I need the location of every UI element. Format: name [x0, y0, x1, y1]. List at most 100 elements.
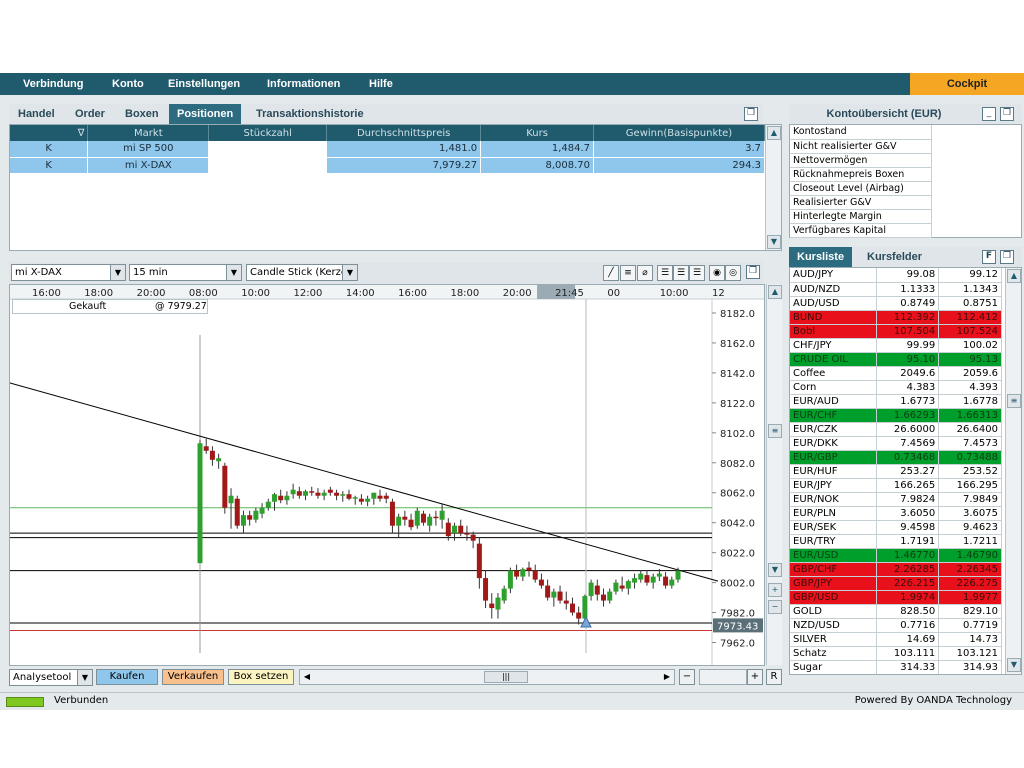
- quote-row[interactable]: EUR/SEK 9.4598 9.4623: [790, 520, 1002, 535]
- chart-type-select[interactable]: Candle Stick (Kerze ▼: [246, 264, 358, 281]
- tab-order[interactable]: Order: [75, 104, 105, 124]
- quote-row[interactable]: Schatz 103.111 103.121: [790, 646, 1002, 661]
- tab-transaktionshistorie[interactable]: Transaktionshistorie: [256, 104, 364, 124]
- scroll-down-icon[interactable]: ▼: [767, 235, 781, 249]
- quote-row[interactable]: EUR/USD 1.46770 1.46790: [790, 548, 1002, 563]
- scroll-down-icon[interactable]: ▼: [1007, 658, 1021, 672]
- quote-row[interactable]: EUR/CHF 1.66293 1.66313: [790, 408, 1002, 423]
- scroll-thumb-icon[interactable]: ≡: [768, 424, 782, 438]
- quotes-scrollbar[interactable]: ▲ ≡ ▼: [1005, 268, 1021, 674]
- connection-status: Verbunden: [54, 695, 109, 706]
- quote-row[interactable]: AUD/USD 0.8749 0.8751: [790, 296, 1002, 311]
- quote-row[interactable]: EUR/NOK 7.9824 7.9849: [790, 492, 1002, 507]
- candle-body: [327, 489, 333, 493]
- minimize-icon[interactable]: _: [982, 107, 996, 121]
- interval-select[interactable]: 15 min ▼: [129, 264, 242, 281]
- box-setzen-button[interactable]: Box setzen: [228, 669, 294, 685]
- verkaufen-button[interactable]: Verkaufen: [162, 669, 224, 685]
- chart-panel[interactable]: 16:00 18:00 20:00 08:00 10:00 12:00 14:00 16:00…: [9, 284, 765, 666]
- quote-row[interactable]: EUR/GBP 0.73468 0.73488: [790, 450, 1002, 465]
- restore-window-icon[interactable]: ❐: [1000, 107, 1014, 121]
- reset-button[interactable]: R: [766, 669, 782, 685]
- quote-row[interactable]: GBP/JPY 226.215 226.275: [790, 576, 1002, 591]
- quote-row[interactable]: EUR/JPY 166.265 166.295: [790, 478, 1002, 493]
- col-gewinn[interactable]: Gewinn(Basispunkte): [593, 125, 765, 141]
- quote-row[interactable]: SILVER 14.69 14.73: [790, 632, 1002, 647]
- filter-icon[interactable]: F: [982, 250, 996, 264]
- zoom-slider[interactable]: [699, 669, 747, 685]
- quote-row[interactable]: EUR/AUD 1.6773 1.6778: [790, 394, 1002, 409]
- position-qty[interactable]: [208, 141, 328, 158]
- position-row[interactable]: K mi SP 500 1,481.0 1,484.7 3.7: [10, 141, 765, 158]
- kaufen-button[interactable]: Kaufen: [96, 669, 158, 685]
- analysetool-select[interactable]: Analysetool ▼: [9, 669, 93, 686]
- tab-kursfelder[interactable]: Kursfelder: [867, 247, 922, 267]
- menu-konto[interactable]: Konto: [112, 73, 144, 95]
- candle-body: [365, 498, 371, 502]
- sort-filter-icon[interactable]: ∇: [10, 125, 89, 141]
- zoom-in-icon[interactable]: ◉: [709, 265, 725, 281]
- quote-row[interactable]: EUR/HUF 253.27 253.52: [790, 464, 1002, 479]
- col-markt[interactable]: Markt: [87, 125, 210, 141]
- scroll-left-icon[interactable]: ◀: [300, 670, 314, 684]
- col-durchschnittspreis[interactable]: Durchschnittspreis: [326, 125, 482, 141]
- tab-kursliste[interactable]: Kursliste: [789, 247, 853, 267]
- scroll-up-icon[interactable]: ▲: [1007, 269, 1021, 283]
- zoom-plus-icon[interactable]: +: [768, 583, 782, 597]
- quote-row[interactable]: Corn 4.383 4.393: [790, 380, 1002, 395]
- col-kurs[interactable]: Kurs: [480, 125, 595, 141]
- quote-row[interactable]: CHF/JPY 99.99 100.02: [790, 338, 1002, 353]
- restore-window-icon[interactable]: ❐: [746, 265, 760, 279]
- quote-row[interactable]: Sugar 314.33 314.93: [790, 660, 1002, 674]
- quote-row[interactable]: EUR/TRY 1.7191 1.7211: [790, 534, 1002, 549]
- quote-row[interactable]: AUD/JPY 99.08 99.12: [790, 268, 1002, 283]
- quote-row[interactable]: CRUDE OIL 95.10 95.13: [790, 352, 1002, 367]
- draw-line-icon[interactable]: ╱: [603, 265, 619, 281]
- scroll-right-icon[interactable]: ▶: [660, 670, 674, 684]
- tab-boxen[interactable]: Boxen: [125, 104, 159, 124]
- grid-lines-icon[interactable]: ☰: [673, 265, 689, 281]
- position-qty[interactable]: [208, 157, 328, 174]
- channel-icon[interactable]: ≡: [620, 265, 636, 281]
- col-stueckzahl[interactable]: Stückzahl: [208, 125, 328, 141]
- scroll-thumb-icon[interactable]: |||: [484, 671, 528, 683]
- quote-row[interactable]: NZD/USD 0.7716 0.7719: [790, 618, 1002, 633]
- fibonacci-icon[interactable]: ⌀: [637, 265, 653, 281]
- grid-horizontal-icon[interactable]: ☰: [657, 265, 673, 281]
- price-tick-label: 8042.0: [720, 519, 755, 530]
- menu-informationen[interactable]: Informationen: [267, 73, 340, 95]
- zoom-out-icon[interactable]: ◎: [725, 265, 741, 281]
- scroll-up-icon[interactable]: ▲: [767, 126, 781, 140]
- quote-row[interactable]: BUND 112.392 112.412: [790, 310, 1002, 325]
- quote-row[interactable]: Bobl 107.504 107.524: [790, 324, 1002, 339]
- chart-vscroll[interactable]: ▲ ≡ ▼ + −: [766, 284, 782, 665]
- cockpit-button[interactable]: Cockpit: [910, 73, 1024, 95]
- quote-row[interactable]: GBP/CHF 2.26285 2.26345: [790, 562, 1002, 577]
- market-select[interactable]: mi X-DAX ▼: [11, 264, 126, 281]
- quote-row[interactable]: EUR/DKK 7.4569 7.4573: [790, 436, 1002, 451]
- scroll-up-icon[interactable]: ▲: [768, 285, 782, 299]
- quote-row[interactable]: GOLD 828.50 829.10: [790, 604, 1002, 619]
- scroll-thumb-icon[interactable]: ≡: [1007, 394, 1021, 408]
- restore-window-icon[interactable]: ❐: [1000, 250, 1014, 264]
- zoom-minus-icon[interactable]: −: [679, 669, 695, 685]
- tab-handel[interactable]: Handel: [18, 104, 55, 124]
- quote-row[interactable]: AUD/NZD 1.1333 1.1343: [790, 282, 1002, 297]
- candlestick-chart[interactable]: 16:00 18:00 20:00 08:00 10:00 12:00 14:00 16:00…: [10, 285, 765, 666]
- position-row[interactable]: K mi X-DAX 7,979.27 8,008.70 294.3: [10, 157, 765, 174]
- menu-einstellungen[interactable]: Einstellungen: [168, 73, 240, 95]
- menu-hilfe[interactable]: Hilfe: [369, 73, 393, 95]
- positions-scrollbar[interactable]: ▲ ▼: [765, 125, 781, 250]
- restore-window-icon[interactable]: ❐: [744, 107, 758, 121]
- menu-verbindung[interactable]: Verbindung: [23, 73, 84, 95]
- quote-row[interactable]: EUR/PLN 3.6050 3.6075: [790, 506, 1002, 521]
- grid-dense-icon[interactable]: ☰: [689, 265, 705, 281]
- chart-hscroll[interactable]: ◀ ||| ▶: [299, 669, 675, 685]
- zoom-minus-icon[interactable]: −: [768, 600, 782, 614]
- quote-row[interactable]: Coffee 2049.6 2059.6: [790, 366, 1002, 381]
- tab-positionen[interactable]: Positionen: [169, 104, 242, 124]
- quote-row[interactable]: GBP/USD 1.9974 1.9977: [790, 590, 1002, 605]
- zoom-plus-icon[interactable]: +: [747, 669, 763, 685]
- scroll-down-icon[interactable]: ▼: [768, 563, 782, 577]
- quote-row[interactable]: EUR/CZK 26.6000 26.6400: [790, 422, 1002, 437]
